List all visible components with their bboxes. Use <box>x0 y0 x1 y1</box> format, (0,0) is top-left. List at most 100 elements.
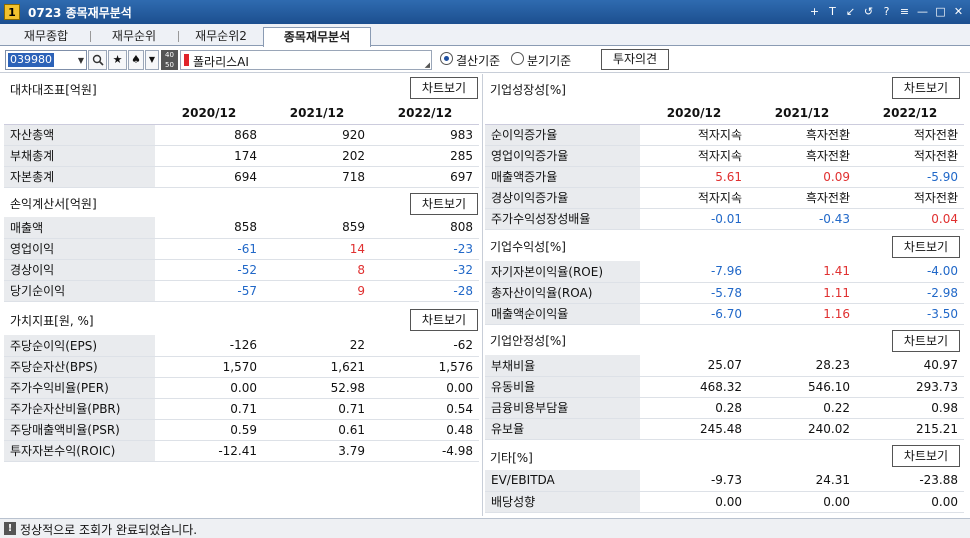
cell-value: 28.23 <box>748 355 856 377</box>
row-label: 부채총계 <box>4 145 155 167</box>
table-row: 주당매출액비율(PSR) 0.59 0.61 0.48 <box>4 419 479 441</box>
cell-value: 5.61 <box>640 166 748 188</box>
row-label: 총자산이익율(ROA) <box>485 282 640 304</box>
tab-finance-summary[interactable]: 재무종합 <box>4 27 88 46</box>
table-row: 주당순이익(EPS) -126 22 -62 <box>4 335 479 357</box>
cell-value: 0.00 <box>856 491 964 513</box>
cell-value: 983 <box>371 124 479 146</box>
chevron-down-icon[interactable]: ▼ <box>145 50 159 70</box>
table-row: 유보율 245.48 240.02 215.21 <box>485 418 964 440</box>
chart-button-profit[interactable]: 차트보기 <box>892 236 960 258</box>
cell-value: -52 <box>155 259 263 281</box>
chart-button-stability[interactable]: 차트보기 <box>892 330 960 352</box>
cell-value: 859 <box>263 217 371 239</box>
row-label: 순이익증가율 <box>485 124 640 146</box>
table-header-row: 2020/12 2021/12 2022/12 <box>4 103 479 125</box>
refresh-icon[interactable]: ↺ <box>861 3 876 20</box>
stock-code-input[interactable]: 039980 ▼ <box>5 50 87 70</box>
cell-value: 1.11 <box>748 282 856 304</box>
cell-value: 0.54 <box>371 398 479 420</box>
cell-value: 52.98 <box>263 377 371 399</box>
minimize-icon[interactable]: — <box>915 3 930 20</box>
help-icon[interactable]: ? <box>879 3 894 20</box>
maximize-icon[interactable]: □ <box>933 3 948 20</box>
table-row: 주가수익비율(PER) 0.00 52.98 0.00 <box>4 377 479 399</box>
menu-icon[interactable]: ≡ <box>897 3 912 20</box>
cell-value: 245.48 <box>640 418 748 440</box>
window-title: 0723 종목재무분석 <box>28 5 132 20</box>
cell-value: 적자전환 <box>856 124 964 146</box>
cell-value: 9 <box>263 280 371 302</box>
stock-name: 폴라리스AI <box>193 55 249 69</box>
status-bar: ! 정상적으로 조회가 완료되었습니다. <box>0 518 970 538</box>
toolbar: 039980 ▼ ★ ♠ ▼ 40 50 폴라리스AI ◢ 결산기준 분기기준 … <box>0 47 970 73</box>
top-most-icon[interactable]: T <box>825 3 840 20</box>
table-row: 영업이익증가율 적자지속 흑자전환 적자전환 <box>485 145 964 167</box>
cell-value: 8 <box>263 259 371 281</box>
chart-button-balance[interactable]: 차트보기 <box>410 77 478 99</box>
table-row: 자본총계 694 718 697 <box>4 166 479 188</box>
chevron-down-icon[interactable]: ▼ <box>78 56 84 65</box>
cell-value: 0.22 <box>748 397 856 419</box>
cell-value: 215.21 <box>856 418 964 440</box>
table-row: 매출액순이익율 -6.70 1.16 -3.50 <box>485 303 964 325</box>
table-row: 순이익증가율 적자지속 흑자전환 적자전환 <box>485 124 964 146</box>
stack-icon[interactable]: 40 50 <box>161 50 178 70</box>
row-label: 주가순자산비율(PBR) <box>4 398 155 420</box>
radio-annual[interactable] <box>440 52 453 65</box>
cell-value: 적자지속 <box>640 124 748 146</box>
table-row: 유동비율 468.32 546.10 293.73 <box>485 376 964 398</box>
cell-value: 40.97 <box>856 355 964 377</box>
cell-value: 0.59 <box>155 419 263 441</box>
table-stability: 부채비율 25.07 28.23 40.97 유동비율 468.32 546.10 293.… <box>485 355 964 440</box>
favorite-star-icon[interactable]: ★ <box>108 50 127 70</box>
cell-value: 868 <box>155 124 263 146</box>
cell-value: 0.00 <box>371 377 479 399</box>
chart-button-growth[interactable]: 차트보기 <box>892 77 960 99</box>
search-icon[interactable] <box>88 50 107 70</box>
cell-value: 22 <box>263 335 371 357</box>
cell-value: -3.50 <box>856 303 964 325</box>
section-title-stability: 기업안정성[%] <box>490 334 566 348</box>
link-icon[interactable]: ↙ <box>843 3 858 20</box>
cell-value: 285 <box>371 145 479 167</box>
tab-stock-finance-analysis[interactable]: 종목재무분석 <box>263 27 371 47</box>
radio-quarterly[interactable] <box>511 52 524 65</box>
table-header-row: 2020/12 2021/12 2022/12 <box>485 103 964 125</box>
close-icon[interactable]: ✕ <box>951 3 966 20</box>
cell-value: 0.98 <box>856 397 964 419</box>
cell-value: 흑자전환 <box>748 187 856 209</box>
table-row: 당기순이익 -57 9 -28 <box>4 280 479 302</box>
radio-annual-label: 결산기준 <box>456 54 501 68</box>
cell-value: 0.61 <box>263 419 371 441</box>
cell-value: 3.79 <box>263 440 371 462</box>
cell-value: 1,621 <box>263 356 371 378</box>
spade-icon[interactable]: ♠ <box>128 50 144 70</box>
row-label: 매출액순이익율 <box>485 303 640 325</box>
row-label: 유동비율 <box>485 376 640 398</box>
row-label: 영업이익 <box>4 238 155 260</box>
table-row: EV/EBITDA -9.73 24.31 -23.88 <box>485 470 964 492</box>
table-row: 경상이익 -52 8 -32 <box>4 259 479 281</box>
chart-button-etc[interactable]: 차트보기 <box>892 445 960 467</box>
table-growth: 2020/12 2021/12 2022/12 순이익증가율 적자지속 흑자전환 적자전환… <box>485 103 964 230</box>
chart-button-income[interactable]: 차트보기 <box>410 193 478 215</box>
cell-value: 25.07 <box>640 355 748 377</box>
table-row: 부채비율 25.07 28.23 40.97 <box>485 355 964 377</box>
cell-value: -61 <box>155 238 263 260</box>
cell-value: 0.00 <box>640 491 748 513</box>
status-message: 정상적으로 조회가 완료되었습니다. <box>20 523 198 537</box>
left-panel: 대차대조표[억원] 차트보기 2020/12 2021/12 2022/12 자산총… <box>4 74 483 516</box>
chart-button-value[interactable]: 차트보기 <box>410 309 478 331</box>
cell-value: 718 <box>263 166 371 188</box>
tab-finance-rank2[interactable]: 재무순위2 <box>180 27 262 46</box>
row-label: 자산총액 <box>4 124 155 146</box>
investment-opinion-button[interactable]: 투자의견 <box>601 49 669 70</box>
row-label: 주가수익성장성배율 <box>485 208 640 230</box>
pin-icon[interactable]: + <box>807 3 822 20</box>
table-value: 주당순이익(EPS) -126 22 -62 주당순자산(BPS) 1,570 1,621… <box>4 335 479 462</box>
cell-value: -9.73 <box>640 470 748 492</box>
tab-finance-rank[interactable]: 재무순위 <box>92 27 176 46</box>
row-label: 배당성향 <box>485 491 640 513</box>
row-label: 영업이익증가율 <box>485 145 640 167</box>
